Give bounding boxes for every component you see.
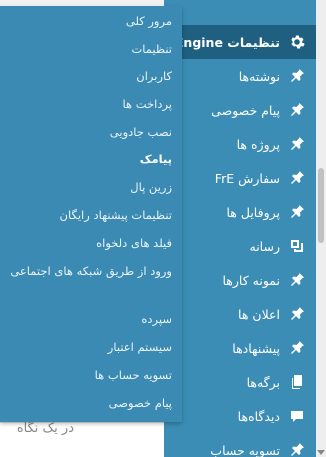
- admin-sidebar: تنظیمات Engine نوشته‌ها پیام خصوصی پروژه…: [156, 0, 316, 457]
- pin-icon: [288, 135, 306, 153]
- submenu-item-social-login[interactable]: ورود از طریق شبکه های اجتماعی: [8, 263, 172, 280]
- pin-icon: [288, 101, 306, 119]
- sidebar-item-label: پروفایل ها: [226, 204, 280, 220]
- pin-icon: [288, 305, 306, 323]
- pin-icon: [288, 271, 306, 289]
- sidebar-item-engine-settings[interactable]: تنظیمات Engine: [156, 25, 316, 59]
- sidebar-item-posts[interactable]: نوشته‌ها: [164, 59, 316, 93]
- sidebar-item-profiles[interactable]: پروفایل ها: [164, 195, 316, 229]
- sidebar-item-notifications[interactable]: اعلان ها: [164, 297, 316, 331]
- sidebar-item-private-message[interactable]: پیام خصوصی: [164, 93, 316, 127]
- submenu-item-sms[interactable]: پیامک: [8, 151, 172, 168]
- sidebar-item-label: تنظیمات Engine: [174, 34, 280, 50]
- sidebar-item-bids[interactable]: پیشنهادها: [164, 331, 316, 365]
- sidebar-item-label: سفارش FrE: [214, 170, 280, 186]
- sidebar-item-label: اعلان ها: [238, 306, 280, 322]
- sidebar-item-label: برگه‌ها: [246, 374, 280, 390]
- sidebar-item-pages[interactable]: برگه‌ها: [164, 365, 316, 399]
- sidebar-item-label: رسانه: [249, 238, 281, 254]
- sidebar-top: [164, 0, 316, 25]
- submenu-item-users[interactable]: کاربران: [8, 68, 172, 85]
- submenu-item-overview[interactable]: مرور کلی: [8, 13, 172, 30]
- submenu-item-credit-system[interactable]: سیستم اعتبار: [8, 339, 172, 356]
- pin-icon: [288, 339, 306, 357]
- submenu-item-settings[interactable]: تنظیمات: [8, 41, 172, 58]
- sidebar-item-comments[interactable]: دیدگاه‌ها: [164, 399, 316, 433]
- sidebar-item-label: پیام خصوصی: [211, 102, 280, 118]
- sidebar-item-label: نمونه کارها: [222, 272, 280, 288]
- sidebar-item-fre-orders[interactable]: سفارش FrE: [164, 161, 316, 195]
- sidebar-item-withdrawals[interactable]: تسویه حساب: [164, 433, 316, 457]
- dashboard-content: در یک نگاه: [0, 421, 164, 457]
- submenu-item-custom-fields[interactable]: فیلد های دلخواه: [8, 235, 172, 252]
- sidebar-item-portfolio[interactable]: نمونه کارها: [164, 263, 316, 297]
- submenu-item-free-bid-settings[interactable]: تنظیمات پیشنهاد رایگان: [8, 207, 172, 224]
- dashboard-widget-title: در یک نگاه: [16, 421, 74, 436]
- submenu-item-magic-install[interactable]: نصب جادویی: [8, 124, 172, 141]
- pin-icon: [288, 67, 306, 85]
- submenu-item-withdrawals[interactable]: تسویه حساب ها: [8, 367, 172, 384]
- submenu-item-private-message[interactable]: پیام خصوصی: [8, 395, 172, 412]
- submenu-item-zarinpal[interactable]: زرین پال: [8, 179, 172, 196]
- pages-icon: [288, 373, 306, 391]
- engine-settings-submenu: مرور کلی تنظیمات کاربران پرداخت ها نصب ج…: [0, 6, 182, 422]
- sidebar-item-label: پروژه ها: [236, 136, 280, 152]
- pin-icon: [288, 441, 306, 457]
- sidebar-item-label: تسویه حساب: [210, 442, 280, 457]
- submenu-item-payments[interactable]: پرداخت ها: [8, 96, 173, 113]
- scrollbar-thumb[interactable]: [318, 168, 324, 243]
- media-icon: [288, 237, 306, 255]
- sidebar-item-label: نوشته‌ها: [238, 68, 280, 84]
- page-scrollbar[interactable]: [316, 0, 326, 457]
- pin-icon: [288, 203, 306, 221]
- sidebar-item-media[interactable]: رسانه: [164, 229, 316, 263]
- sidebar-item-projects[interactable]: پروژه ها: [164, 127, 316, 161]
- sidebar-item-label: دیدگاه‌ها: [237, 408, 280, 424]
- submenu-item-escrow[interactable]: سپرده: [8, 311, 172, 328]
- gear-icon: [288, 33, 306, 51]
- comments-icon: [288, 407, 306, 425]
- pin-icon: [288, 169, 306, 187]
- scroll-down-arrow-icon[interactable]: [317, 450, 325, 455]
- sidebar-item-label: پیشنهادها: [232, 340, 280, 356]
